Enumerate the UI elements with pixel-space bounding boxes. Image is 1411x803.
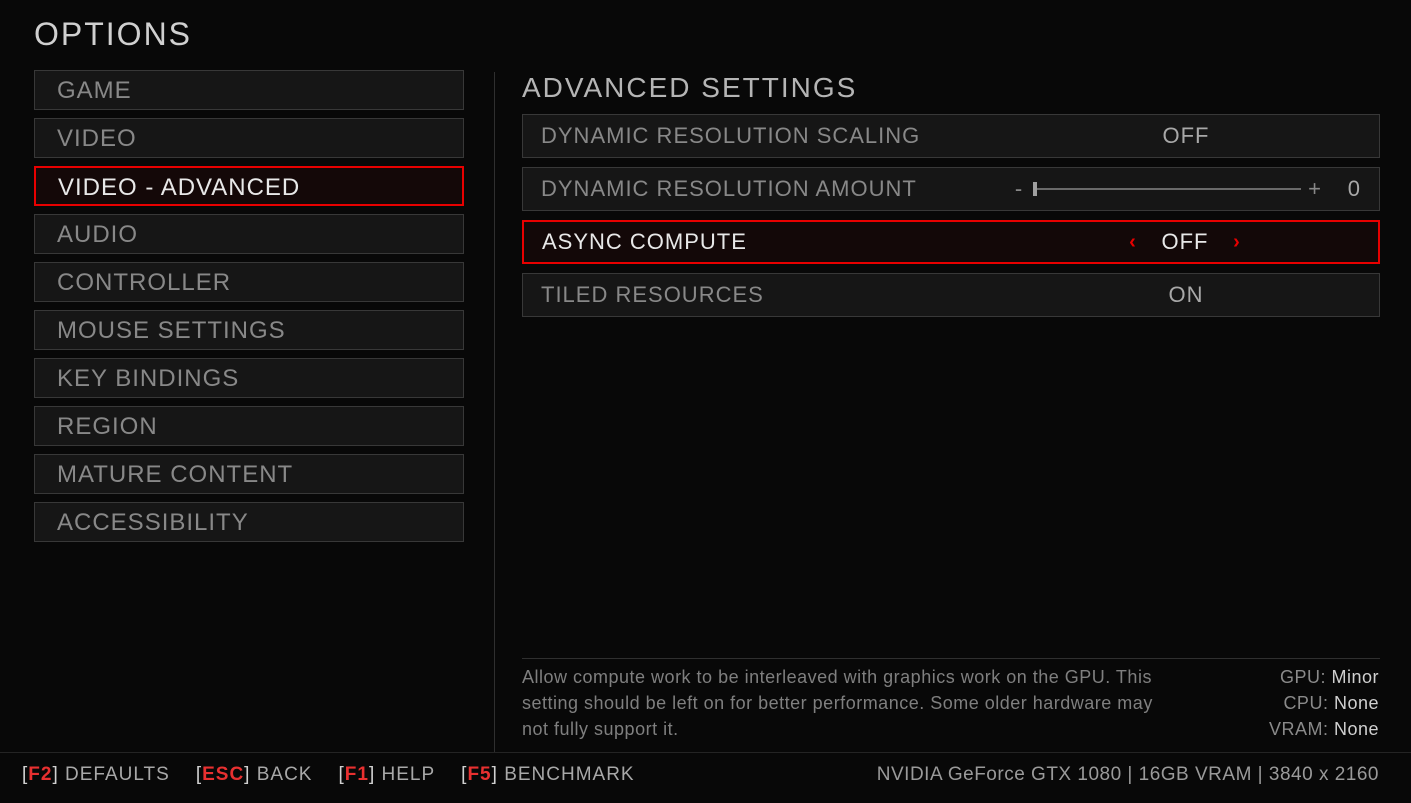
hint-help-label: HELP	[382, 764, 436, 785]
key-f5: F5	[467, 764, 491, 785]
page-title: OPTIONS	[34, 16, 192, 53]
hint-benchmark[interactable]: [F5] BENCHMARK	[461, 764, 634, 786]
setting-label: DYNAMIC RESOLUTION SCALING	[541, 123, 1011, 149]
slider-plus[interactable]: +	[1307, 176, 1323, 202]
sidebar: GAME VIDEO VIDEO - ADVANCED AUDIO CONTRO…	[34, 70, 464, 550]
vertical-divider	[494, 72, 495, 752]
sidebar-item-mouse-settings[interactable]: MOUSE SETTINGS	[34, 310, 464, 350]
setting-async-compute[interactable]: ASYNC COMPUTE ‹ OFF ›	[522, 220, 1380, 264]
chevron-right-icon[interactable]: ›	[1225, 231, 1249, 254]
hint-benchmark-label: BENCHMARK	[504, 764, 634, 785]
impact-cpu: CPU: None	[1269, 690, 1379, 716]
setting-label: ASYNC COMPUTE	[542, 229, 1010, 255]
sidebar-item-controller[interactable]: CONTROLLER	[34, 262, 464, 302]
setting-dynamic-resolution-amount[interactable]: DYNAMIC RESOLUTION AMOUNT - + 0	[522, 167, 1380, 211]
setting-value: ON	[1146, 282, 1226, 308]
impact-vram-value: None	[1334, 719, 1379, 739]
impact-gpu-label: GPU:	[1280, 667, 1326, 687]
impact-cpu-value: None	[1334, 693, 1379, 713]
impact-gpu: GPU: Minor	[1269, 664, 1379, 690]
footer-bar: [F2] DEFAULTS [ESC] BACK [F1] HELP [F5] …	[22, 764, 1379, 786]
slider-thumb[interactable]	[1033, 182, 1037, 196]
sidebar-item-key-bindings[interactable]: KEY BINDINGS	[34, 358, 464, 398]
key-f2: F2	[28, 764, 52, 785]
panel-title: ADVANCED SETTINGS	[522, 72, 1380, 104]
hardware-info: NVIDIA GeForce GTX 1080 | 16GB VRAM | 38…	[877, 764, 1379, 786]
sidebar-item-mature-content[interactable]: MATURE CONTENT	[34, 454, 464, 494]
footer-divider	[0, 752, 1411, 753]
setting-description: Allow compute work to be interleaved wit…	[522, 664, 1162, 742]
slider-track[interactable]	[1033, 188, 1301, 190]
key-esc: ESC	[202, 764, 244, 785]
setting-dynamic-resolution-scaling[interactable]: DYNAMIC RESOLUTION SCALING ‹ OFF ›	[522, 114, 1380, 158]
chevron-left-icon[interactable]: ‹	[1121, 231, 1145, 254]
sidebar-item-audio[interactable]: AUDIO	[34, 214, 464, 254]
setting-value: OFF	[1146, 123, 1226, 149]
impact-gpu-value: Minor	[1331, 667, 1379, 687]
sidebar-item-region[interactable]: REGION	[34, 406, 464, 446]
setting-label: DYNAMIC RESOLUTION AMOUNT	[541, 176, 1011, 202]
settings-panel: ADVANCED SETTINGS DYNAMIC RESOLUTION SCA…	[522, 72, 1380, 326]
impact-vram: VRAM: None	[1269, 716, 1379, 742]
setting-tiled-resources[interactable]: TILED RESOURCES ‹ ON ›	[522, 273, 1380, 317]
slider-minus[interactable]: -	[1011, 176, 1027, 202]
slider[interactable]: - + 0	[1011, 176, 1361, 202]
impact-panel: GPU: Minor CPU: None VRAM: None	[1269, 664, 1379, 742]
setting-label: TILED RESOURCES	[541, 282, 1011, 308]
impact-cpu-label: CPU:	[1283, 693, 1328, 713]
hint-back-label: BACK	[257, 764, 313, 785]
description-divider	[522, 658, 1380, 659]
sidebar-item-game[interactable]: GAME	[34, 70, 464, 110]
hint-defaults-label: DEFAULTS	[65, 764, 170, 785]
sidebar-item-video[interactable]: VIDEO	[34, 118, 464, 158]
hint-defaults[interactable]: [F2] DEFAULTS	[22, 764, 170, 786]
slider-value: 0	[1333, 176, 1361, 202]
impact-vram-label: VRAM:	[1269, 719, 1329, 739]
setting-value: OFF	[1145, 229, 1225, 255]
key-f1: F1	[345, 764, 369, 785]
sidebar-item-accessibility[interactable]: ACCESSIBILITY	[34, 502, 464, 542]
hint-back[interactable]: [ESC] BACK	[196, 764, 313, 786]
hint-help[interactable]: [F1] HELP	[338, 764, 435, 786]
sidebar-item-video-advanced[interactable]: VIDEO - ADVANCED	[34, 166, 464, 206]
